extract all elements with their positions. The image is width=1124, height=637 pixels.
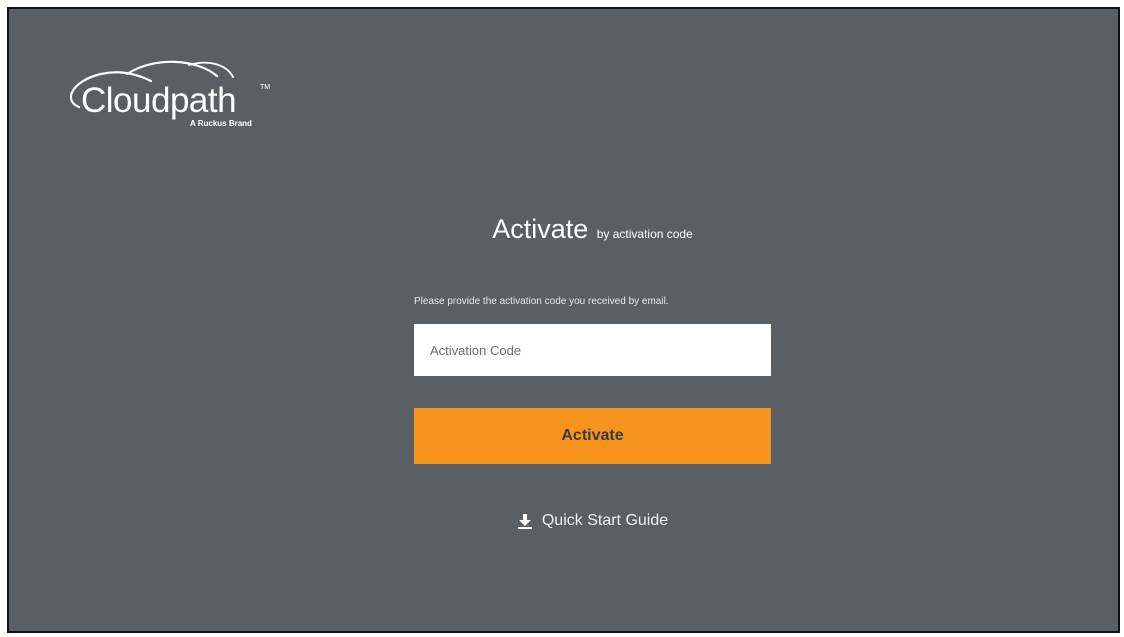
download-icon: [517, 513, 533, 529]
logo-trademark: TM: [260, 84, 271, 91]
cloudpath-logo: Cloudpath TM A Ruckus Brand: [57, 57, 287, 142]
activate-button[interactable]: Activate: [414, 408, 771, 464]
quick-start-guide-label: Quick Start Guide: [541, 512, 669, 529]
logo-tagline: A Ruckus Brand: [190, 119, 252, 128]
activation-instructions: Please provide the activation code you r…: [414, 296, 669, 307]
logo-wordmark: Cloudpath: [81, 81, 237, 120]
activation-panel: Activate by activation code Please provi…: [414, 214, 771, 530]
activate-subtitle: by activation code: [596, 227, 693, 241]
page-title: Activate by activation code: [414, 214, 771, 254]
quick-start-guide-link[interactable]: Quick Start Guide: [414, 512, 771, 530]
activate-title: Activate: [492, 214, 589, 244]
app-window: Cloudpath TM A Ruckus Brand Activate by …: [7, 7, 1120, 633]
activation-code-input[interactable]: [414, 324, 771, 376]
